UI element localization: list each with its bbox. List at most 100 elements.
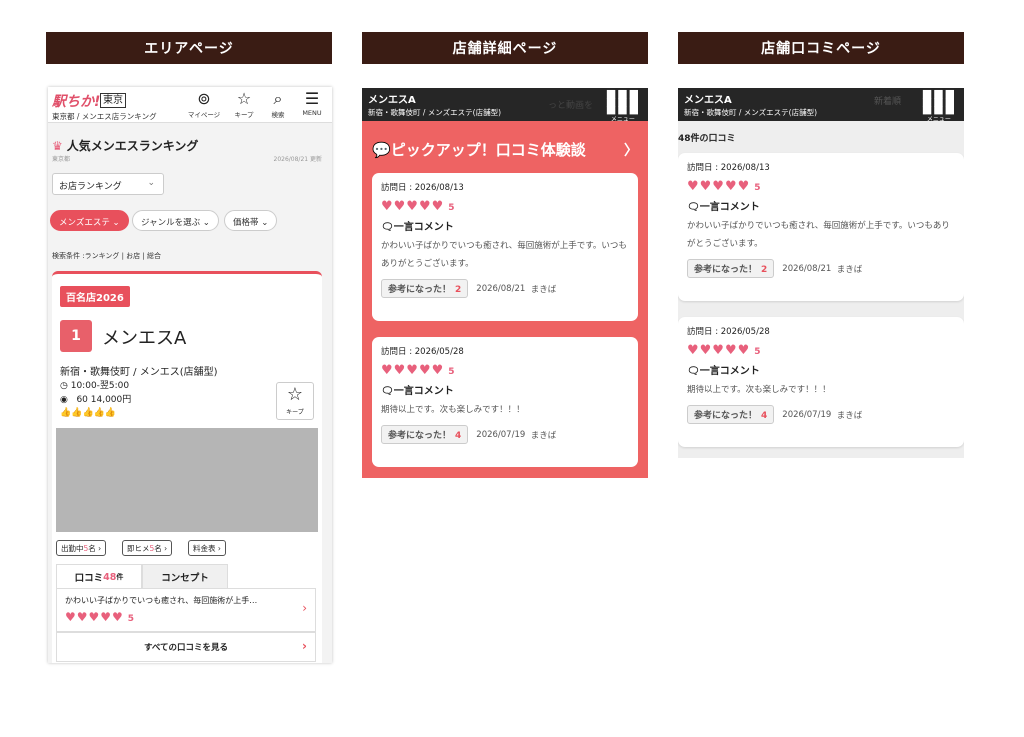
menu-button[interactable]: ☰ MENU	[294, 89, 330, 117]
keep-button[interactable]: ☆ キープ	[276, 382, 314, 420]
visit-date: 訪問日 : 2026/05/28	[381, 347, 464, 357]
comment-icon: 🗨	[381, 386, 394, 397]
search-button[interactable]: ⌕ 検索	[260, 89, 296, 119]
heart-icon: ♥♥♥♥♥	[687, 343, 751, 358]
shop-card[interactable]: 百名店2026 1 メンエスA 新宿・歌舞伎町 / メンエス(店舗型) ◷ 10…	[52, 271, 322, 663]
thumbs-up-icon: 👍	[104, 408, 117, 418]
helpful-button[interactable]: 参考になった！ 4	[687, 405, 775, 424]
shop-category: 新宿・歌舞伎町 / メンズエステ(店舗型)	[368, 108, 501, 117]
all-reviews-link[interactable]: すべての口コミを見る ›	[56, 632, 316, 662]
shop-header-bar: メンエスA 新宿・歌舞伎町 / メンズエステ(店舗型) っと動画を ■■■ ■■■…	[362, 88, 648, 123]
comment-title: 一言コメント	[699, 366, 760, 377]
review-score: 5	[448, 367, 455, 377]
price-label: 価格帯	[233, 218, 259, 228]
author: まきば	[836, 410, 863, 421]
tab-reviews-post: 件	[116, 573, 124, 581]
search-condition: 検索条件 :ランキング | お店 | 総合	[52, 252, 161, 260]
chevron-right-icon: ›	[98, 544, 102, 553]
tab-reviews[interactable]: 口コミ 48 件	[56, 564, 142, 589]
shop-photo[interactable]	[56, 428, 318, 532]
comment-title: 一言コメント	[699, 202, 760, 213]
review-score: 5	[127, 614, 135, 624]
shop-category: 新宿・歌舞伎町 / メンズエステ(店舗型)	[684, 108, 817, 117]
now-pre: 即ヒメ	[127, 544, 150, 553]
review-preview[interactable]: かわいい子ばかりでいつも癒され、毎回施術が上手… ♥♥♥♥♥ 5 ›	[56, 588, 316, 632]
chevron-down-icon: ⌄	[261, 218, 269, 228]
genre-select-chip[interactable]: ジャンルを選ぶ ⌄	[132, 210, 219, 231]
genre-select-label: ジャンルを選ぶ	[141, 218, 201, 228]
helpful-count: 2	[455, 285, 462, 295]
shop-hours: ◷ 10:00-翌5:00	[60, 378, 129, 391]
chevron-right-icon: ›	[164, 544, 168, 553]
prefecture-selector[interactable]: 東京	[100, 93, 126, 108]
area-page-title: エリアページ	[46, 32, 332, 64]
hours-text: 10:00-翌5:00	[70, 381, 130, 391]
shop-name[interactable]: メンエスA	[102, 324, 186, 350]
chevron-right-icon: ›	[302, 601, 307, 615]
sort-select[interactable]: お店ランキング ⌄	[52, 173, 164, 195]
author: まきば	[530, 284, 557, 295]
rank-number: 1	[60, 320, 92, 352]
site-logo[interactable]: 駅ちか!	[52, 91, 100, 111]
review-card: 訪問日 : 2026/05/28 ♥♥♥♥♥ 5 🗨一言コメント 期待以上です。次…	[678, 317, 964, 447]
sort-order[interactable]: 新着順	[874, 94, 901, 107]
price-chip[interactable]: 価格帯 ⌄	[224, 210, 278, 231]
menu-button[interactable]: ■■■ ■■■ ■■■ メニュー	[921, 88, 956, 123]
heart-icon: ♥♥♥♥♥	[687, 179, 751, 194]
mypage-button[interactable]: ⊚ マイページ	[186, 89, 222, 119]
visit-date: 訪問日 : 2026/05/28	[687, 327, 770, 337]
review-score: 5	[754, 347, 761, 357]
visit-date: 訪問日 : 2026/08/13	[687, 163, 770, 173]
menu-button[interactable]: ■■■ ■■■ ■■■ メニュー	[606, 88, 640, 123]
genre-active-label: メンズエステ	[59, 218, 110, 228]
comment-icon: 🗨	[381, 222, 394, 233]
post-date: 2026/07/19	[782, 409, 832, 420]
chevron-right-icon[interactable]: 〉	[624, 140, 638, 160]
site-header: 駅ちか! 東京 東京都 / メンエス店ランキング ⊚ マイページ ☆ キープ ⌕…	[48, 87, 332, 123]
genre-chip-active[interactable]: メンズエステ ⌄	[50, 210, 129, 231]
tab-reviews-num: 48	[103, 571, 117, 583]
fee-table-button[interactable]: 料金表 ›	[188, 540, 226, 556]
reviews-page-screen: メンエスA 新宿・歌舞伎町 / メンズエステ(店舗型) 新着順 ■■■ ■■■ ■■…	[678, 88, 964, 458]
review-footer: 参考になった！ 4 2026/07/19 まきば	[381, 425, 629, 444]
keep-label: キープ	[286, 409, 304, 416]
helpful-label: 参考になった！	[388, 431, 452, 441]
yen-icon: ◉	[60, 395, 68, 405]
visit-date: 訪問日 : 2026/08/13	[381, 183, 464, 193]
grid-menu-icon: ■■■ ■■■ ■■■	[921, 88, 956, 116]
review-text: 期待以上です。次も楽しみです！！！	[381, 405, 525, 415]
post-date: 2026/08/21	[782, 263, 832, 274]
author: まきば	[530, 430, 557, 441]
helpful-count: 4	[455, 431, 462, 441]
working-post: 名	[88, 544, 96, 553]
chat-bubble-icon: 💬	[372, 141, 391, 159]
helpful-button[interactable]: 参考になった！ 2	[687, 259, 775, 278]
review-count-title: 48件の口コミ	[678, 134, 736, 144]
helpful-button[interactable]: 参考になった！ 4	[381, 425, 469, 444]
heart-icon: ♥♥♥♥♥	[65, 610, 124, 624]
author: まきば	[836, 264, 863, 275]
shop-price: ◉ 60 14,000円	[60, 392, 131, 405]
overlay-text: っと動画を	[548, 101, 594, 111]
ranking-title: 人気メンエスランキング	[66, 139, 199, 153]
user-icon: ⊚	[197, 89, 211, 108]
chevron-down-icon: ⌄	[147, 178, 155, 188]
keep-nav-button[interactable]: ☆ キープ	[226, 89, 262, 119]
review-rating: ♥♥♥♥♥ 5	[687, 343, 955, 358]
hyakumeiten-badge: 百名店2026	[60, 286, 130, 307]
now-post: 名	[154, 544, 162, 553]
post-date: 2026/08/21	[476, 283, 526, 294]
heart-icon: ♥♥♥♥♥	[381, 363, 445, 378]
available-now-button[interactable]: 即ヒメ5名 ›	[122, 540, 173, 556]
chevron-down-icon: ⌄	[202, 218, 210, 228]
post-date: 2026/07/19	[476, 429, 526, 440]
thumbs-up-rating: 👍👍👍👍👍	[60, 408, 116, 418]
update-date: 2026/08/21 更新	[273, 156, 323, 163]
helpful-button[interactable]: 参考になった！ 2	[381, 279, 469, 298]
working-count-button[interactable]: 出勤中5名 ›	[56, 540, 107, 556]
review-text: 期待以上です。次も楽しみです！！！	[687, 385, 831, 395]
tab-concept[interactable]: コンセプト	[142, 564, 228, 589]
working-pre: 出勤中	[61, 544, 84, 553]
pickup-heading[interactable]: 💬ピックアップ！口コミ体験談	[372, 139, 586, 160]
review-score: 5	[754, 183, 761, 193]
